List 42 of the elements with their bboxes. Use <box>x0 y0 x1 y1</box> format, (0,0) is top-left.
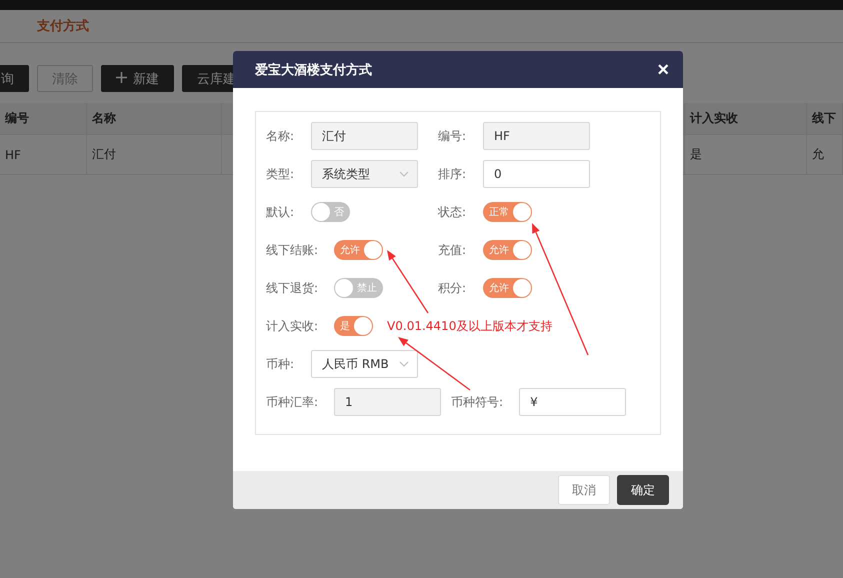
field-label: 类型: <box>266 166 296 182</box>
annotation-text: V0.01.4410及以上版本才支持 <box>387 318 552 334</box>
table-cell: 允 <box>807 135 843 174</box>
field-label: 币种: <box>266 356 296 372</box>
input-field[interactable]: 0 <box>483 160 590 188</box>
toggle-switch[interactable]: 是 <box>334 316 374 336</box>
field-label: 编号: <box>438 128 468 144</box>
field-label: 计入实收: <box>266 318 320 334</box>
chevron-down-icon <box>399 361 409 367</box>
field-label: 名称: <box>266 128 296 144</box>
annotation-arrow <box>387 250 429 314</box>
field-label: 积分: <box>438 280 468 296</box>
toolbar-button[interactable]: 询 <box>0 65 29 92</box>
toggle-switch[interactable]: 允许 <box>334 240 384 260</box>
column-header: 名称 <box>87 103 222 134</box>
new-button[interactable]: 新建 <box>101 65 174 92</box>
chevron-down-icon <box>399 171 409 177</box>
field-label: 线下退货: <box>266 280 320 296</box>
field-label: 默认: <box>266 204 296 220</box>
field-label: 币种符号: <box>451 394 504 410</box>
column-header: 编号 <box>0 103 87 134</box>
input-field[interactable]: ¥ <box>519 388 626 416</box>
close-button[interactable]: × <box>657 60 669 80</box>
field-label: 排序: <box>438 166 468 182</box>
toggle-switch[interactable]: 允许 <box>483 278 532 298</box>
dialog-title: 爱宝大酒楼支付方式 <box>255 62 372 78</box>
select-field[interactable]: 人民币 RMB <box>311 350 418 378</box>
cancel-button[interactable]: 取消 <box>558 475 610 505</box>
toggle-switch[interactable]: 正常 <box>483 202 532 222</box>
table-cell: 是 <box>685 135 807 174</box>
field-label: 线下结账: <box>266 242 320 258</box>
field-label: 状态: <box>438 204 468 220</box>
confirm-button[interactable]: 确定 <box>617 475 669 505</box>
page-tab[interactable]: 支付方式 <box>37 17 89 35</box>
column-header: 线下 <box>807 103 843 134</box>
plus-icon <box>116 72 127 82</box>
field-label: 充值: <box>438 242 468 258</box>
field-label: 币种汇率: <box>266 394 320 410</box>
table-cell: 汇付 <box>87 135 222 174</box>
column-header: 计入实收 <box>685 103 807 134</box>
toggle-switch[interactable]: 允许 <box>483 240 532 260</box>
table-cell: HF <box>0 135 87 174</box>
